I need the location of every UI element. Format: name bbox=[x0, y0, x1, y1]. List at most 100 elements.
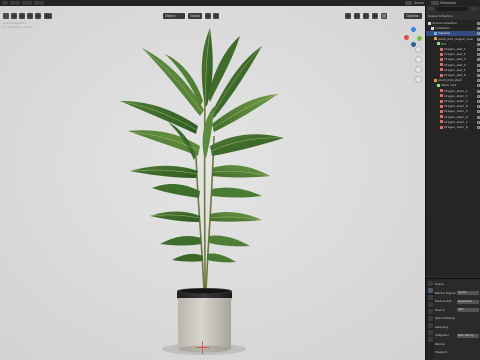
outliner-row-icon bbox=[440, 73, 443, 77]
property-value-field[interactable]: Path Tracing bbox=[457, 333, 479, 338]
gizmo-z-axis-icon[interactable] bbox=[411, 27, 416, 32]
viewport-overlay-text-2: (1) Collection | plant bbox=[3, 25, 32, 29]
property-row: Sampling bbox=[435, 325, 480, 330]
outliner-row-icon bbox=[440, 89, 443, 93]
world-tab-icon[interactable] bbox=[427, 316, 433, 321]
property-label: Render bbox=[435, 341, 445, 346]
outliner-row-label: Dragon_stem_1 bbox=[444, 88, 468, 93]
output-tab-icon[interactable] bbox=[427, 295, 433, 300]
outliner-row[interactable]: Dragon_stem_8 bbox=[426, 125, 480, 130]
outliner-row-label: Dragon_leaf_4 bbox=[444, 62, 466, 67]
outliner-row-label: Dragon_leaf_5 bbox=[444, 67, 466, 72]
scene-label[interactable]: Scene bbox=[414, 1, 430, 5]
outliner-row-icon bbox=[434, 37, 437, 41]
outliner-row-label: Dragon_stem_5 bbox=[444, 109, 468, 114]
property-label: Open Shading bbox=[435, 316, 455, 320]
property-label: Viewport bbox=[435, 350, 448, 354]
view-layer-tab-icon[interactable] bbox=[427, 302, 433, 307]
property-value-field[interactable]: Cycles bbox=[457, 291, 479, 295]
object-mode-dropdown[interactable]: Object bbox=[163, 13, 185, 19]
blender-logo-icon[interactable] bbox=[2, 1, 8, 5]
transform-orientation-dropdown[interactable]: Global bbox=[188, 13, 202, 19]
property-value-field[interactable]: GPU bbox=[457, 308, 479, 312]
outliner-row-icon bbox=[440, 99, 443, 103]
outliner-row-icon bbox=[440, 115, 443, 119]
file-menu[interactable] bbox=[10, 1, 20, 5]
3d-viewport[interactable]: User Perspective (1) Collection | plant … bbox=[0, 6, 425, 360]
outliner-row-label: Dragon_stem_3 bbox=[444, 99, 468, 103]
overlay-icon[interactable] bbox=[345, 13, 351, 19]
outliner-filter-icon[interactable] bbox=[428, 7, 434, 11]
outliner-row-label: Dragon_stem_7 bbox=[444, 119, 468, 124]
material-shading-icon[interactable] bbox=[372, 13, 378, 19]
outliner-row-icon bbox=[440, 104, 443, 108]
outliner-row-label: Collection bbox=[435, 26, 451, 31]
outliner-row-label: Stem mat bbox=[441, 83, 456, 88]
view-menu-icon[interactable] bbox=[11, 13, 17, 19]
outliner-row-icon bbox=[440, 57, 443, 61]
proportional-edit-icon[interactable] bbox=[213, 13, 219, 19]
property-label: Feature Set bbox=[435, 299, 452, 303]
plant-render bbox=[0, 6, 425, 360]
property-label: Render Engine bbox=[435, 290, 456, 295]
outliner-row-icon bbox=[437, 83, 440, 87]
outliner-row-icon bbox=[428, 21, 431, 25]
outliner-row-icon bbox=[440, 63, 443, 67]
outliner-row-label: Dragon_leaf_1 bbox=[444, 47, 466, 51]
pan-hand-icon[interactable] bbox=[415, 56, 422, 63]
outliner-row-label: Dragon_stem_8 bbox=[444, 125, 468, 129]
outliner-funnel-icon[interactable] bbox=[471, 7, 477, 11]
solid-shading-icon[interactable] bbox=[363, 13, 369, 19]
property-value-field[interactable]: Supported bbox=[457, 299, 479, 304]
snap-icon[interactable] bbox=[205, 13, 211, 19]
object-menu-icon[interactable] bbox=[35, 13, 41, 19]
outliner-row-icon bbox=[431, 26, 434, 30]
outliner-row-icon bbox=[440, 68, 443, 72]
right-panel: Scene Collection Scene Collection Collect… bbox=[425, 6, 480, 360]
property-label: Device bbox=[435, 307, 445, 312]
property-row: Scene bbox=[435, 282, 480, 287]
camera-view-icon[interactable] bbox=[415, 66, 422, 73]
properties-editor[interactable]: Scene Render Engine Cycles Feature Set Suppo… bbox=[426, 278, 480, 360]
select-menu-icon[interactable] bbox=[19, 13, 25, 19]
outliner-row-label: Pot bbox=[441, 41, 446, 46]
scene-tab-icon[interactable] bbox=[427, 309, 433, 314]
view-layer-label[interactable]: ViewLayer bbox=[440, 1, 480, 5]
view-layer-icon[interactable] bbox=[431, 1, 439, 5]
outliner[interactable]: Scene Collection Scene Collection Collect… bbox=[426, 6, 480, 276]
outliner-row-icon bbox=[440, 125, 443, 129]
outliner-row-label: plant_014_dragon_tree bbox=[438, 36, 473, 41]
modifier-tab-icon[interactable] bbox=[427, 330, 433, 335]
material-tab-icon[interactable] bbox=[427, 337, 433, 342]
zoom-icon[interactable] bbox=[415, 46, 422, 53]
xray-icon[interactable] bbox=[354, 13, 360, 19]
rendered-shading-icon[interactable] bbox=[381, 13, 387, 19]
outliner-row-icon bbox=[434, 31, 437, 35]
property-row: Viewport bbox=[435, 350, 480, 355]
gizmo-y-axis-icon[interactable] bbox=[417, 36, 422, 41]
property-label: Sampling bbox=[435, 324, 449, 329]
add-menu-icon[interactable] bbox=[27, 13, 33, 19]
grid-perspective-icon[interactable] bbox=[415, 76, 422, 83]
render-tab-icon[interactable] bbox=[427, 288, 433, 293]
outliner-row-label: Dragon_leaf_6 bbox=[444, 73, 466, 77]
outliner-row-icon bbox=[434, 78, 437, 82]
edit-menu[interactable] bbox=[22, 1, 32, 5]
tool-tab-icon[interactable] bbox=[427, 281, 433, 286]
render-menu[interactable] bbox=[34, 1, 44, 5]
outliner-row-icon bbox=[440, 52, 443, 56]
outliner-header: Scene Collection bbox=[426, 6, 480, 20]
outliner-search-input[interactable] bbox=[436, 7, 468, 11]
gizmo-x-axis-icon[interactable] bbox=[404, 35, 409, 40]
properties-tabs bbox=[426, 279, 434, 360]
outliner-row-icon bbox=[440, 94, 443, 98]
property-label: Integrator bbox=[435, 333, 450, 337]
mode-button[interactable] bbox=[44, 13, 52, 19]
scene-selector-icon[interactable] bbox=[405, 1, 412, 5]
outliner-row-label: Dragon_stem_6 bbox=[444, 114, 468, 119]
outliner-row-label: plant_014_stem bbox=[438, 78, 463, 83]
object-tab-icon[interactable] bbox=[427, 323, 433, 328]
editor-type-button[interactable] bbox=[3, 13, 9, 19]
outliner-title: Scene Collection bbox=[428, 14, 453, 18]
outliner-row-label: Dragon_leaf_3 bbox=[444, 57, 466, 62]
